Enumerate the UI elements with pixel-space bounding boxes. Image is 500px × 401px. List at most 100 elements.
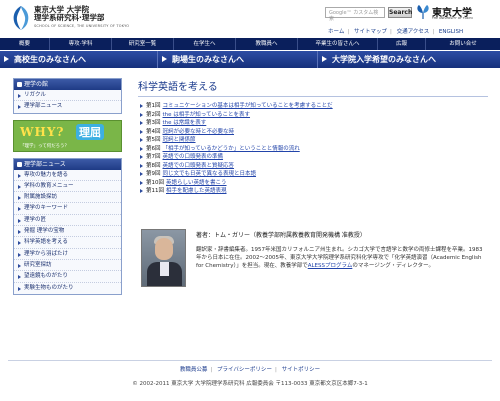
util-link-english[interactable]: ENGLISH: [439, 29, 463, 35]
sidebar-box-title: 理学部ニュース: [14, 158, 121, 170]
square-bullet-icon: [17, 161, 22, 167]
footer-divider: [8, 360, 492, 361]
bullet-triangle-icon: [140, 112, 143, 117]
footer-link-privacy[interactable]: プライバシーポリシー: [217, 367, 272, 373]
arrow-right-icon: [4, 56, 9, 62]
sidebar-item[interactable]: 理学の匠: [14, 214, 121, 227]
audience-komaba-label: 駒場生のみなさんへ: [172, 54, 244, 64]
chapter-item[interactable]: 第3回 the は常識を表す: [138, 119, 488, 128]
page-title: 科学英語を考える: [138, 78, 488, 97]
why-rikutsu-banner[interactable]: WHY? 理屈 「理学」って何だろう？: [13, 119, 122, 152]
utility-links: ホーム | サイトマップ | 交通アクセス | ENGLISH: [328, 29, 464, 35]
aless-link[interactable]: ALESSプログラム: [308, 263, 353, 269]
sidebar-item-current[interactable]: 科学英語を考える: [14, 237, 121, 249]
audience-highschool[interactable]: 高校生のみなさんへ: [0, 51, 158, 68]
university-logo-icon[interactable]: [10, 5, 32, 31]
site-header: 東京大学 大学院 理学系研究科·理学部 SCHOOL OF SCIENCE, T…: [0, 0, 500, 36]
nav-item-labs[interactable]: 研究室一覧: [112, 38, 174, 50]
search-input[interactable]: Google™ カスタム検索: [325, 7, 385, 22]
bullet-triangle-icon: [18, 252, 21, 257]
bullet-triangle-icon: [140, 172, 143, 177]
sidebar-box-news: 理学部ニュース 専攻の魅力を語る 学科の教育メニュー 附属施設探訪 理学のキーワ…: [13, 157, 122, 295]
university-brand[interactable]: 東京大学 THE UNIVERSITY OF TOKYO: [416, 4, 496, 22]
footer-link-sitepolicy[interactable]: サイトポリシー: [282, 367, 321, 373]
bullet-triangle-icon: [18, 173, 21, 178]
bullet-triangle-icon: [18, 241, 21, 246]
university-name-en: THE UNIVERSITY OF TOKYO: [432, 16, 473, 20]
nav-item-departments[interactable]: 専攻·学科: [50, 38, 112, 50]
nav-item-pr[interactable]: 広報: [378, 38, 426, 50]
chapter-item[interactable]: 第2回 the は相手が知っていることを表す: [138, 111, 488, 120]
sidebar-item[interactable]: 理学から羽ばたけ: [14, 248, 121, 260]
sidebar-item[interactable]: 望遠鏡ものがたり: [14, 271, 121, 283]
chapter-item[interactable]: 第11回 相手を配慮した英語表現: [138, 187, 488, 196]
audience-komaba[interactable]: 駒場生のみなさんへ: [158, 51, 318, 68]
audience-highschool-label: 高校生のみなさんへ: [14, 54, 86, 64]
author-photo: [141, 229, 186, 287]
chapter-item[interactable]: 第6回 「相手が知っているかどうか」ということと情報の流れ: [138, 145, 488, 154]
footer-link-jobs[interactable]: 教職員公募: [180, 367, 208, 373]
sidebar-item[interactable]: 研究室探訪: [14, 259, 121, 272]
bullet-triangle-icon: [140, 138, 143, 143]
bullet-triangle-icon: [140, 121, 143, 126]
bullet-triangle-icon: [18, 275, 21, 280]
nav-item-contact[interactable]: お問い合せ: [426, 38, 500, 50]
bullet-triangle-icon: [140, 146, 143, 151]
chapter-item[interactable]: 第10回 英語らしい英語を書こう: [138, 179, 488, 188]
ginkgo-emblem-icon: [417, 5, 429, 19]
sidebar-box-rigaku: 理学の館 リガクル 理学部ニュース: [13, 78, 122, 114]
sidebar-item[interactable]: 学科の教育メニュー: [14, 180, 121, 193]
nav-item-overview[interactable]: 概要: [0, 38, 50, 50]
copyright: © 2002-2011 東京大学 大学院理学系研究科 広報委員会 〒113-00…: [132, 381, 368, 387]
sidebar-item[interactable]: 専攻の魅力を語る: [14, 169, 121, 181]
util-link-access[interactable]: 交通アクセス: [397, 29, 430, 35]
bullet-triangle-icon: [140, 180, 143, 185]
chapter-item[interactable]: 第1回 コミュニケーションの基本は相手が知っていることを考慮することだ: [138, 102, 488, 111]
bullet-triangle-icon: [140, 155, 143, 160]
logo-line-2: 理学系研究科·理学部: [34, 13, 105, 22]
chapter-item[interactable]: 第5回 冠詞と関係節: [138, 136, 488, 145]
sidebar-item[interactable]: 理学のキーワード: [14, 203, 121, 215]
sidebar-box-title: 理学の館: [14, 79, 121, 90]
chapter-list: 第1回 コミュニケーションの基本は相手が知っていることを考慮することだ 第2回 th…: [138, 102, 488, 196]
bullet-triangle-icon: [18, 230, 21, 235]
util-link-home[interactable]: ホーム: [328, 29, 344, 35]
sidebar-item[interactable]: 実験生物ものがたり: [14, 282, 121, 294]
chapter-item[interactable]: 第8回 英語での口頭発表と質疑応答: [138, 162, 488, 171]
banner-caption: 「理学」って何だろう？: [20, 143, 70, 149]
sidebar-item[interactable]: 附属施設探訪: [14, 192, 121, 204]
bullet-triangle-icon: [18, 207, 21, 212]
chapter-item[interactable]: 第7回 英語での口頭発表の準備: [138, 153, 488, 162]
nav-item-alumni[interactable]: 卒業生の皆さんへ: [298, 38, 378, 50]
bullet-triangle-icon: [140, 104, 143, 109]
footer-links: 教職員公募 | プライバシーポリシー | サイトポリシー: [179, 367, 321, 373]
bullet-triangle-icon: [140, 129, 143, 134]
audience-graduate-label: 大学院入学希望のみなさんへ: [332, 54, 436, 64]
sidebar-item[interactable]: 発掘 理学の宝物: [14, 226, 121, 238]
main-content: 科学英語を考える 第1回 コミュニケーションの基本は相手が知っていることを考慮する…: [138, 78, 488, 287]
author-name: 著者：トム・ガリー（教養学部附属教養教育開発機構 准教授）: [196, 232, 366, 239]
bullet-triangle-icon: [140, 189, 143, 194]
bullet-triangle-icon: [18, 94, 21, 98]
arrow-right-icon: [162, 56, 167, 62]
sidebar: 理学の館 リガクル 理学部ニュース WHY? 理屈 「理学」って何だろう？ 理学…: [13, 78, 122, 301]
audience-bar: 高校生のみなさんへ 駒場生のみなさんへ 大学院入学希望のみなさんへ: [0, 51, 500, 68]
site-logo-text[interactable]: 東京大学 大学院 理学系研究科·理学部 SCHOOL OF SCIENCE, T…: [34, 6, 129, 30]
nav-item-students[interactable]: 在学生へ: [174, 38, 236, 50]
bullet-triangle-icon: [18, 196, 21, 201]
sidebar-item-rigakuru[interactable]: リガクル: [14, 90, 121, 102]
banner-word: WHY?: [20, 124, 65, 139]
bullet-triangle-icon: [18, 105, 21, 110]
audience-graduate[interactable]: 大学院入学希望のみなさんへ: [318, 51, 500, 68]
sidebar-item-news[interactable]: 理学部ニュース: [14, 101, 121, 113]
nav-item-staff[interactable]: 教職員へ: [236, 38, 298, 50]
arrow-right-icon: [322, 56, 327, 62]
chapter-item[interactable]: 第9回 同じ文でも日英で異なる表現と日本語: [138, 170, 488, 179]
chapter-item[interactable]: 第4回 冠詞が必要な時と不必要な時: [138, 128, 488, 137]
util-link-sitemap[interactable]: サイトマップ: [354, 29, 387, 35]
global-nav: 概要 専攻·学科 研究室一覧 在学生へ 教職員へ 卒業生の皆さんへ 広報 お問い…: [0, 38, 500, 50]
bullet-triangle-icon: [18, 218, 21, 223]
bullet-triangle-icon: [140, 163, 143, 168]
square-bullet-icon: [17, 82, 22, 87]
search-button[interactable]: Search: [388, 7, 412, 18]
